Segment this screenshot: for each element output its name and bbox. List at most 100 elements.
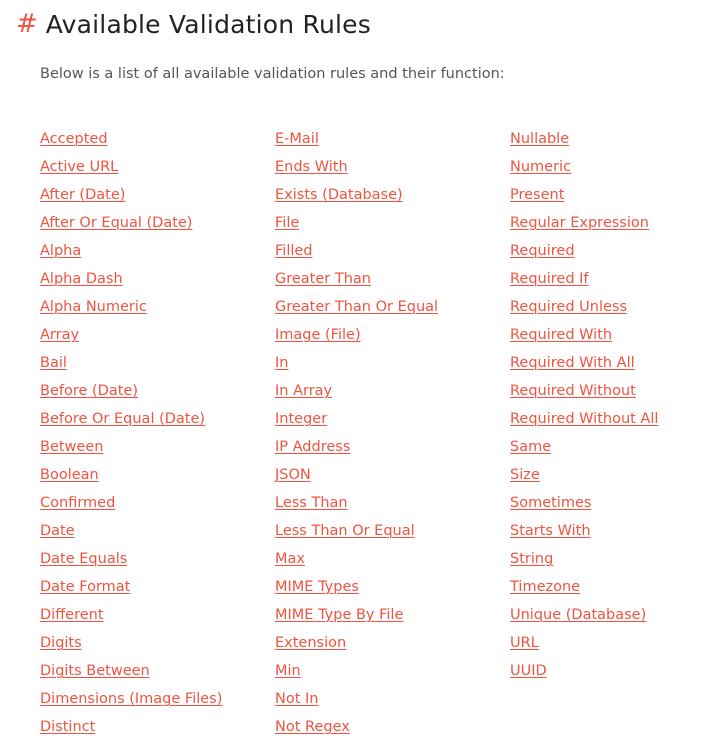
- rule-link-exists-database[interactable]: Exists (Database): [275, 187, 403, 203]
- rule-link-required[interactable]: Required: [510, 243, 575, 259]
- rule-link-alpha[interactable]: Alpha: [40, 243, 81, 259]
- list-item: Alpha Dash: [40, 264, 222, 292]
- rule-link-uuid[interactable]: UUID: [510, 663, 547, 679]
- rule-link-required-without[interactable]: Required Without: [510, 383, 636, 399]
- rule-link-in-array[interactable]: In Array: [275, 383, 332, 399]
- heading-anchor-link[interactable]: #: [16, 9, 38, 39]
- list-item: After (Date): [40, 180, 222, 208]
- list-item: File: [275, 208, 438, 236]
- list-item: URL: [510, 628, 658, 656]
- rule-link-bail[interactable]: Bail: [40, 355, 67, 371]
- rule-link-date[interactable]: Date: [40, 523, 75, 539]
- rule-link-boolean[interactable]: Boolean: [40, 467, 99, 483]
- list-item: Array: [40, 320, 222, 348]
- rule-link-not-in[interactable]: Not In: [275, 691, 318, 707]
- list-item: UUID: [510, 656, 658, 684]
- rule-link-image-file[interactable]: Image (File): [275, 327, 361, 343]
- rule-link-numeric[interactable]: Numeric: [510, 159, 571, 175]
- list-item: String: [510, 544, 658, 572]
- rule-link-digits-between[interactable]: Digits Between: [40, 663, 150, 679]
- list-item: Max: [275, 544, 438, 572]
- rule-link-timezone[interactable]: Timezone: [510, 579, 580, 595]
- rule-link-date-equals[interactable]: Date Equals: [40, 551, 127, 567]
- rule-link-starts-with[interactable]: Starts With: [510, 523, 591, 539]
- rule-link-distinct[interactable]: Distinct: [40, 719, 95, 735]
- rule-link-string[interactable]: String: [510, 551, 553, 567]
- list-item: Confirmed: [40, 488, 222, 516]
- page-title: Available Validation Rules: [45, 9, 371, 39]
- rule-link-accepted[interactable]: Accepted: [40, 131, 108, 147]
- list-item: JSON: [275, 460, 438, 488]
- rule-link-required-with-all[interactable]: Required With All: [510, 355, 635, 371]
- rule-link-before-date[interactable]: Before (Date): [40, 383, 138, 399]
- rule-link-json[interactable]: JSON: [275, 467, 311, 483]
- list-item: Not In: [275, 684, 438, 712]
- rule-link-alpha-dash[interactable]: Alpha Dash: [40, 271, 123, 287]
- list-item: Required Unless: [510, 292, 658, 320]
- list-item: Unique (Database): [510, 600, 658, 628]
- list-item: Same: [510, 432, 658, 460]
- rule-link-after-date[interactable]: After (Date): [40, 187, 125, 203]
- rule-link-array[interactable]: Array: [40, 327, 79, 343]
- list-item: In Array: [275, 376, 438, 404]
- rule-link-file[interactable]: File: [275, 215, 299, 231]
- rule-link-present[interactable]: Present: [510, 187, 564, 203]
- list-item: Before (Date): [40, 376, 222, 404]
- rule-link-confirmed[interactable]: Confirmed: [40, 495, 115, 511]
- rule-link-less-than-or-equal[interactable]: Less Than Or Equal: [275, 523, 415, 539]
- list-item: Sometimes: [510, 488, 658, 516]
- rule-link-required-unless[interactable]: Required Unless: [510, 299, 627, 315]
- rule-link-regular-expression[interactable]: Regular Expression: [510, 215, 649, 231]
- rule-link-required-with[interactable]: Required With: [510, 327, 612, 343]
- rule-link-in[interactable]: In: [275, 355, 288, 371]
- rule-link-dimensions-image-files[interactable]: Dimensions (Image Files): [40, 691, 222, 707]
- rule-link-required-without-all[interactable]: Required Without All: [510, 411, 658, 427]
- rule-link-size[interactable]: Size: [510, 467, 540, 483]
- list-item: After Or Equal (Date): [40, 208, 222, 236]
- list-item: Different: [40, 600, 222, 628]
- list-item: In: [275, 348, 438, 376]
- list-item: Dimensions (Image Files): [40, 684, 222, 712]
- list-item: Exists (Database): [275, 180, 438, 208]
- list-item: Required: [510, 236, 658, 264]
- rule-link-sometimes[interactable]: Sometimes: [510, 495, 591, 511]
- rule-link-integer[interactable]: Integer: [275, 411, 327, 427]
- rule-link-between[interactable]: Between: [40, 439, 103, 455]
- rule-link-unique-database[interactable]: Unique (Database): [510, 607, 646, 623]
- list-item: Less Than Or Equal: [275, 516, 438, 544]
- list-item: E-Mail: [275, 124, 438, 152]
- rule-link-date-format[interactable]: Date Format: [40, 579, 130, 595]
- rule-link-ends-with[interactable]: Ends With: [275, 159, 348, 175]
- rule-link-digits[interactable]: Digits: [40, 635, 82, 651]
- rule-link-min[interactable]: Min: [275, 663, 301, 679]
- rule-link-greater-than-or-equal[interactable]: Greater Than Or Equal: [275, 299, 438, 315]
- rule-link-same[interactable]: Same: [510, 439, 551, 455]
- rule-link-extension[interactable]: Extension: [275, 635, 346, 651]
- list-item: Active URL: [40, 152, 222, 180]
- rules-column-1: Accepted Active URL After (Date) After Or E…: [40, 124, 222, 740]
- rule-link-before-or-equal-date[interactable]: Before Or Equal (Date): [40, 411, 205, 427]
- rule-link-url[interactable]: URL: [510, 635, 539, 651]
- list-item: Alpha Numeric: [40, 292, 222, 320]
- rule-link-filled[interactable]: Filled: [275, 243, 313, 259]
- rule-link-ip-address[interactable]: IP Address: [275, 439, 350, 455]
- rule-link-greater-than[interactable]: Greater Than: [275, 271, 371, 287]
- rule-link-after-or-equal-date[interactable]: After Or Equal (Date): [40, 215, 192, 231]
- list-item: Between: [40, 432, 222, 460]
- rule-link-required-if[interactable]: Required If: [510, 271, 589, 287]
- rule-link-mime-types[interactable]: MIME Types: [275, 579, 359, 595]
- rule-link-not-regex[interactable]: Not Regex: [275, 719, 350, 735]
- list-item: Digits: [40, 628, 222, 656]
- list-item: Less Than: [275, 488, 438, 516]
- rule-link-alpha-numeric[interactable]: Alpha Numeric: [40, 299, 147, 315]
- list-item: Regular Expression: [510, 208, 658, 236]
- rule-link-max[interactable]: Max: [275, 551, 305, 567]
- rule-link-less-than[interactable]: Less Than: [275, 495, 348, 511]
- rule-link-different[interactable]: Different: [40, 607, 104, 623]
- rule-link-mime-type-by-file[interactable]: MIME Type By File: [275, 607, 403, 623]
- list-item: Numeric: [510, 152, 658, 180]
- rule-link-active-url[interactable]: Active URL: [40, 159, 118, 175]
- rule-link-e-mail[interactable]: E-Mail: [275, 131, 319, 147]
- list-item: Digits Between: [40, 656, 222, 684]
- rule-link-nullable[interactable]: Nullable: [510, 131, 569, 147]
